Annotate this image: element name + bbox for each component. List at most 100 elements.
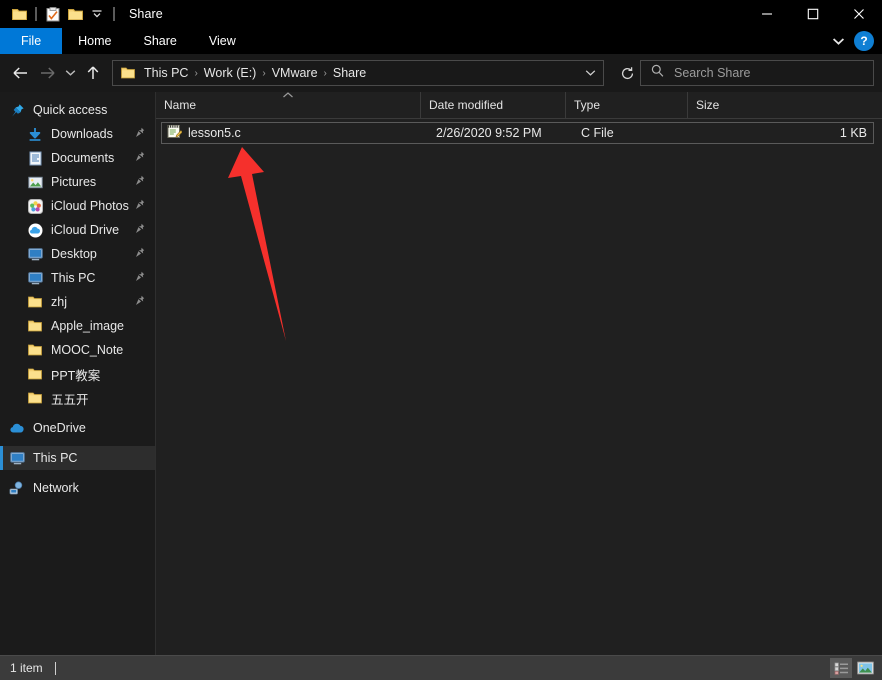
file-size-cell: 1 KB — [839, 126, 867, 140]
sidebar-item-onedrive[interactable]: OneDrive — [0, 416, 155, 440]
title-bar: Share — [0, 0, 882, 28]
help-button[interactable]: ? — [854, 31, 874, 51]
file-list-pane: Name Date modified Type Size lesson5.c 2… — [156, 92, 882, 655]
sidebar-item-label: Quick access — [33, 103, 108, 117]
recent-locations-button[interactable] — [60, 60, 80, 86]
sidebar-item-icloud-drive[interactable]: iCloud Drive — [0, 218, 155, 242]
folder-icon — [26, 365, 44, 383]
chevron-down-icon[interactable] — [826, 29, 850, 53]
file-name-label: lesson5.c — [188, 126, 241, 140]
ribbon-tab-bar: File Home Share View ? — [0, 28, 882, 54]
file-explorer-window: Share File Home Share View ? This PC › W… — [0, 0, 882, 680]
sidebar-item-label: PPT教案 — [51, 368, 101, 383]
pictures-icon — [26, 173, 44, 191]
breadcrumb-item-share[interactable]: Share — [328, 64, 371, 82]
qat-separator-2 — [113, 7, 115, 21]
chevron-down-icon[interactable] — [579, 62, 601, 84]
breadcrumb: This PC › Work (E:) › VMware › Share — [139, 64, 579, 82]
search-icon — [651, 64, 664, 82]
tab-view[interactable]: View — [193, 28, 252, 54]
sidebar-item-this-pc[interactable]: This PC — [0, 446, 155, 470]
table-row[interactable]: lesson5.c 2/26/2020 9:52 PM C File 1 KB — [161, 122, 874, 144]
minimize-button[interactable] — [744, 0, 790, 28]
sort-ascending-icon — [283, 91, 294, 100]
network-icon — [8, 479, 26, 497]
column-header-date-modified[interactable]: Date modified — [421, 92, 566, 118]
sidebar-item-label: Pictures — [51, 175, 97, 189]
large-icons-view-button[interactable] — [854, 658, 876, 678]
sidebar-item-label: iCloud Drive — [51, 223, 120, 237]
sidebar-item-documents[interactable]: Documents — [0, 146, 155, 170]
navigation-pane: Quick access Downloads Documents Picture… — [0, 92, 156, 655]
sidebar-item-label: Network — [33, 481, 79, 495]
address-bar[interactable]: This PC › Work (E:) › VMware › Share — [112, 60, 604, 86]
column-header-row: Name Date modified Type Size — [156, 92, 882, 119]
pin-icon[interactable] — [135, 127, 145, 141]
this-pc-icon — [26, 269, 44, 287]
column-header-type[interactable]: Type — [566, 92, 688, 118]
pin-icon[interactable] — [135, 247, 145, 261]
forward-button[interactable] — [34, 60, 60, 86]
sidebar-item-label: Documents — [51, 151, 115, 165]
close-button[interactable] — [836, 0, 882, 28]
sidebar-item-this-pc-quick[interactable]: This PC — [0, 266, 155, 290]
sidebar-item-wuwukai[interactable]: 五五开 — [0, 386, 155, 410]
sidebar-item-apple-image[interactable]: Apple_image — [0, 314, 155, 338]
window-title: Share — [129, 7, 163, 21]
sidebar-item-pictures[interactable]: Pictures — [0, 170, 155, 194]
refresh-button[interactable] — [614, 61, 640, 85]
file-list: lesson5.c 2/26/2020 9:52 PM C File 1 KB — [156, 119, 882, 655]
quick-access-toolbar — [0, 3, 120, 25]
new-folder-icon[interactable] — [64, 3, 86, 25]
tab-file[interactable]: File — [0, 28, 63, 54]
column-header-label: Size — [696, 98, 720, 112]
sidebar-item-desktop[interactable]: Desktop — [0, 242, 155, 266]
folder-icon — [26, 293, 44, 311]
icloud-drive-icon — [26, 221, 44, 239]
customize-qat-icon[interactable] — [86, 3, 108, 25]
notepad-file-icon — [167, 124, 183, 142]
sidebar-item-label: This PC — [33, 451, 78, 465]
back-button[interactable] — [8, 60, 34, 86]
breadcrumb-item-this-pc[interactable]: This PC — [139, 64, 193, 82]
documents-icon — [26, 149, 44, 167]
sidebar-item-label: MOOC_Note — [51, 343, 124, 357]
sidebar-item-quick-access[interactable]: Quick access — [0, 98, 155, 122]
breadcrumb-item-vmware[interactable]: VMware — [267, 64, 323, 82]
desktop-icon — [26, 245, 44, 263]
tab-share[interactable]: Share — [128, 28, 193, 54]
column-header-name[interactable]: Name — [156, 92, 421, 118]
icloud-photos-icon — [26, 197, 44, 215]
details-view-button[interactable] — [830, 658, 852, 678]
pin-icon[interactable] — [135, 151, 145, 165]
properties-icon[interactable] — [42, 3, 64, 25]
status-bar: 1 item — [0, 655, 882, 680]
file-type-cell: C File — [581, 126, 614, 140]
up-button[interactable] — [80, 60, 106, 86]
sidebar-item-mooc-note[interactable]: MOOC_Note — [0, 338, 155, 362]
sidebar-item-ppt-jiaoan[interactable]: PPT教案 — [0, 362, 155, 386]
search-input[interactable]: Search Share — [674, 66, 750, 80]
file-name-cell: lesson5.c — [162, 124, 428, 142]
maximize-button[interactable] — [790, 0, 836, 28]
this-pc-icon — [8, 449, 26, 467]
sidebar-item-zhj[interactable]: zhj — [0, 290, 155, 314]
pin-icon[interactable] — [135, 199, 145, 213]
breadcrumb-item-work-e[interactable]: Work (E:) — [199, 64, 262, 82]
sidebar-item-downloads[interactable]: Downloads — [0, 122, 155, 146]
folder-icon[interactable] — [8, 3, 30, 25]
tab-home[interactable]: Home — [62, 28, 127, 54]
pin-icon[interactable] — [135, 223, 145, 237]
search-box[interactable]: Search Share — [640, 60, 874, 86]
column-header-label: Date modified — [429, 98, 504, 112]
pin-icon[interactable] — [135, 271, 145, 285]
sidebar-item-icloud-photos[interactable]: iCloud Photos — [0, 194, 155, 218]
folder-icon — [26, 389, 44, 407]
sidebar-item-label: This PC — [51, 271, 96, 285]
sidebar-item-network[interactable]: Network — [0, 476, 155, 500]
sidebar-item-label: Apple_image — [51, 319, 124, 333]
item-count-label: 1 item — [10, 661, 43, 675]
pin-icon[interactable] — [135, 295, 145, 309]
pin-icon[interactable] — [135, 175, 145, 189]
column-header-size[interactable]: Size — [688, 92, 766, 118]
